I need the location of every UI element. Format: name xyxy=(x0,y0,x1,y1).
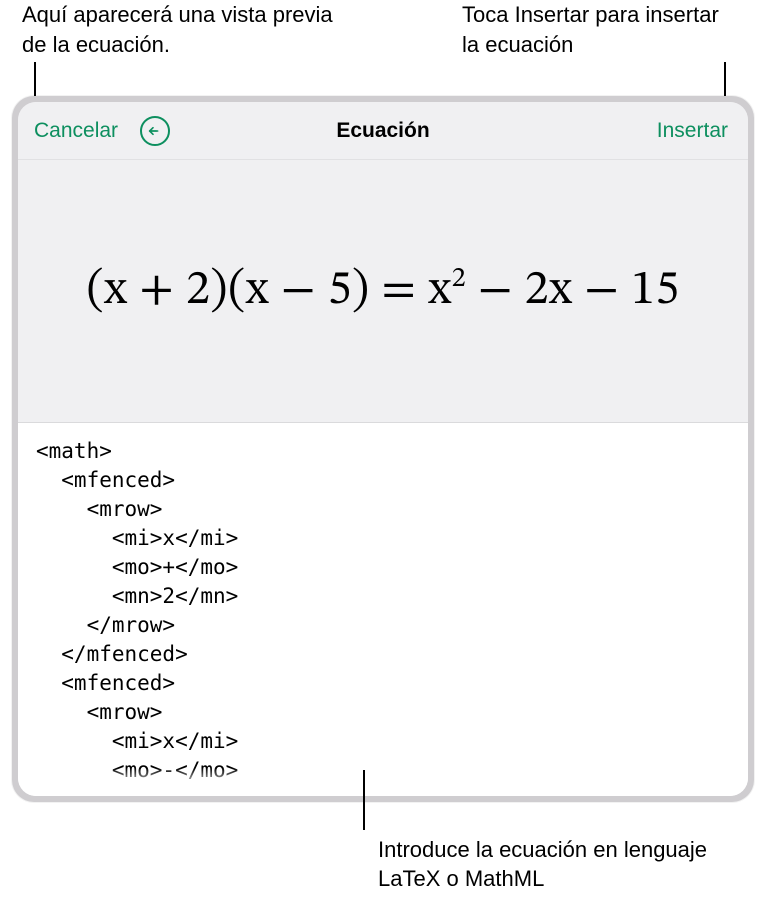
undo-button[interactable] xyxy=(140,116,170,146)
cancel-button[interactable]: Cancelar xyxy=(34,119,118,143)
equation-render: (x + 2)(x − 5) = x2 − 2x − 15 xyxy=(86,261,679,321)
header-left: Cancelar xyxy=(34,116,170,146)
insert-button[interactable]: Insertar xyxy=(657,119,728,143)
callout-line xyxy=(363,770,365,830)
dialog-inner: Cancelar Ecuación Insertar (x + 2)(x − 5… xyxy=(18,102,748,796)
code-text: <math> <mfenced> <mrow> <mi>x</mi> <mo>+… xyxy=(36,439,238,782)
callout-code: Introduce la ecuación en lenguaje LaTeX … xyxy=(378,835,738,894)
callout-preview: Aquí aparecerá una vista previa de la ec… xyxy=(22,0,342,59)
equation-preview: (x + 2)(x − 5) = x2 − 2x − 15 xyxy=(18,160,748,422)
equation-code-input[interactable]: <math> <mfenced> <mrow> <mi>x</mi> <mo>+… xyxy=(18,422,748,796)
dialog-header: Cancelar Ecuación Insertar xyxy=(18,102,748,160)
undo-icon xyxy=(147,123,163,139)
callout-line xyxy=(724,62,726,100)
callout-insert: Toca Insertar para insertar la ecuación xyxy=(462,0,742,59)
dialog-title: Ecuación xyxy=(336,119,429,143)
equation-dialog: Cancelar Ecuación Insertar (x + 2)(x − 5… xyxy=(12,96,754,802)
